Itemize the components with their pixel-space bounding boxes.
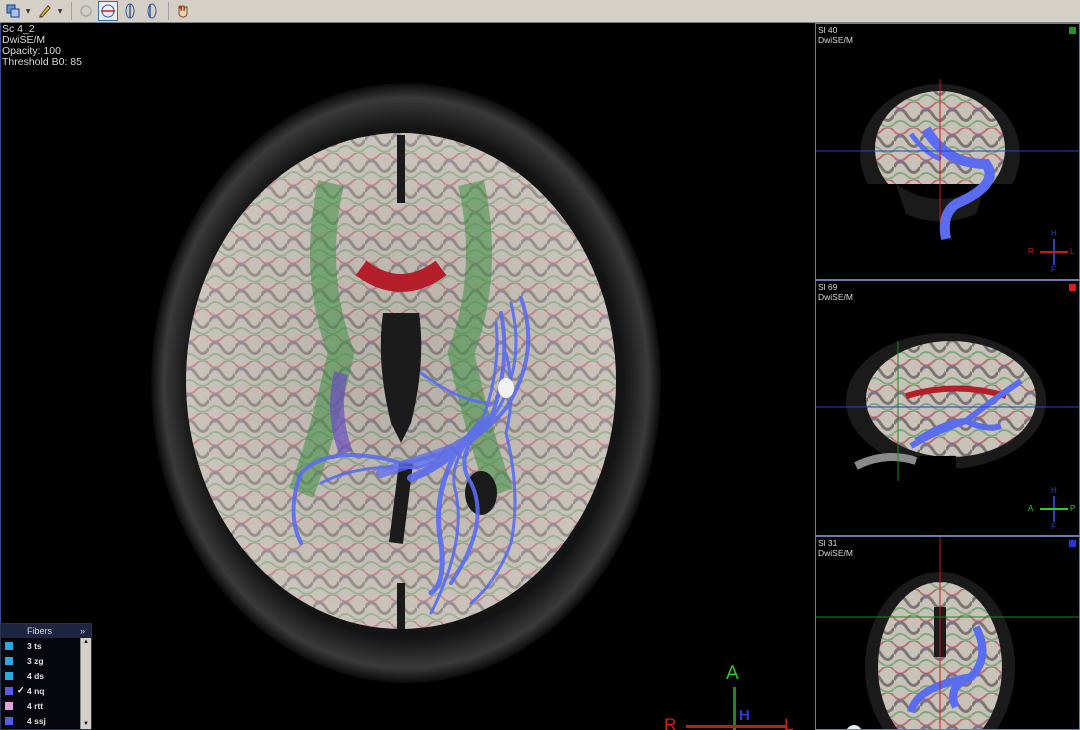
sagittal-plane-button[interactable] [142,1,162,21]
hand-tool-button[interactable] [173,1,193,21]
axial-plane-button[interactable] [98,1,118,21]
scroll-up-icon[interactable]: ▲ [81,638,91,647]
sagittal-bottom-label: F [1051,522,1056,531]
pen-icon [39,5,51,18]
fiber-item[interactable]: ✓ 4 nq [1,683,91,698]
fiber-color-swatch [5,716,13,725]
fiber-checkbox-checked[interactable]: ✓ [17,685,27,696]
hand-tool-icon [178,5,188,18]
axial-small-series-label: DwiSE/M [818,548,853,558]
sagittal-series-label: DwiSE/M [818,292,853,302]
fiber-color-swatch [5,671,13,680]
sagittal-header: Sl 69 DwiSE/M [818,282,853,302]
pen-button[interactable] [35,1,55,21]
main-axial-viewport[interactable]: Sc 4_2 DwiSE/M Opacity: 100 Threshold B0… [0,23,815,730]
layers-icon [6,4,20,18]
layers-button[interactable] [3,1,23,21]
main-threshold-label: Threshold B0: 85 [2,56,82,68]
coronal-marker [1069,27,1076,34]
toolbar-separator [168,2,169,20]
axial-plane-icon [101,4,115,18]
axial-small-brain-image [816,537,1079,729]
fiber-label: 3 ts [27,640,42,651]
coronal-plane-icon [125,3,135,19]
fiber-item[interactable]: 4 ssj [1,713,91,728]
coronal-series-label: DwiSE/M [818,35,853,45]
fiber-item[interactable]: 3 ts [1,638,91,653]
axial-small-viewport[interactable]: Sl 31 DwiSE/M [815,536,1080,730]
fiber-item[interactable]: 3 zg [1,653,91,668]
fibers-expand-icon[interactable]: » [80,626,85,636]
coronal-horizontal-line [1040,251,1068,253]
fibers-panel: Fibers » 3 ts 3 zg 4 ds ✓ 4 nq 4 rtt 4 ss… [0,623,92,730]
coronal-top-label: H [1051,229,1057,238]
rotate-button[interactable] [76,1,96,21]
fiber-color-swatch [5,656,13,665]
toolbar-separator [71,2,72,20]
sagittal-left-label: A [1028,504,1034,513]
fibers-scrollbar[interactable]: ▲ ▼ [80,638,91,729]
rotate-icon [80,5,92,17]
scroll-down-icon[interactable]: ▼ [81,720,91,729]
fiber-item[interactable]: 4 ds [1,668,91,683]
coronal-orientation-gizmo: H R L F [1024,229,1074,275]
fiber-color-swatch [5,686,13,695]
fiber-label: 3 zg [27,655,44,666]
coronal-left-label: R [1028,247,1034,256]
orientation-left-label: L [784,715,794,730]
sagittal-marker [1069,284,1076,291]
sagittal-horizontal-line [1040,508,1068,510]
coronal-right-label: L [1070,247,1075,256]
axial-small-header: Sl 31 DwiSE/M [818,538,853,558]
fiber-color-swatch [5,641,13,650]
sagittal-top-label: H [1051,486,1057,495]
coronal-plane-button[interactable] [120,1,140,21]
pen-dropdown-icon[interactable]: ▼ [57,1,63,21]
sagittal-slice-label: Sl 69 [818,282,838,292]
layers-dropdown-icon[interactable]: ▼ [25,1,31,21]
main-view-info: Sc 4_2 DwiSE/M Opacity: 100 Threshold B0… [2,24,82,68]
fiber-label: 4 nq [27,685,45,696]
fiber-label: 4 ds [27,670,45,681]
orientation-head-label: H [739,707,750,724]
main-orientation-gizmo: A H R L [656,663,796,730]
fiber-label: 4 ssj [27,715,46,726]
fibers-header: Fibers » [1,624,91,638]
orientation-vertical-line [733,687,736,730]
sagittal-plane-icon [147,3,157,19]
coronal-bottom-label: F [1051,265,1056,274]
toolbar: ▼ ▼ [0,0,1080,23]
fibers-title: Fibers [27,626,53,636]
coronal-viewport[interactable]: Sl 40 DwiSE/M H R L F [815,23,1080,280]
axial-small-slice-label: Sl 31 [818,538,838,548]
axial-brain-image [151,83,661,683]
coronal-slice-label: Sl 40 [818,25,838,35]
sagittal-viewport[interactable]: Sl 69 DwiSE/M H A P F [815,280,1080,536]
fiber-item[interactable]: 4 rtt [1,698,91,713]
coronal-header: Sl 40 DwiSE/M [818,25,853,45]
fibers-list: 3 ts 3 zg 4 ds ✓ 4 nq 4 rtt 4 ssj [1,638,91,728]
sagittal-orientation-gizmo: H A P F [1024,486,1076,532]
fiber-label: 4 rtt [27,700,44,711]
orientation-horizontal-line [686,725,786,728]
orientation-right-label: R [664,715,677,730]
sagittal-right-label: P [1070,504,1076,513]
fiber-color-swatch [5,701,13,710]
axial-small-marker [1069,540,1076,547]
orientation-anterior-label: A [726,663,739,684]
